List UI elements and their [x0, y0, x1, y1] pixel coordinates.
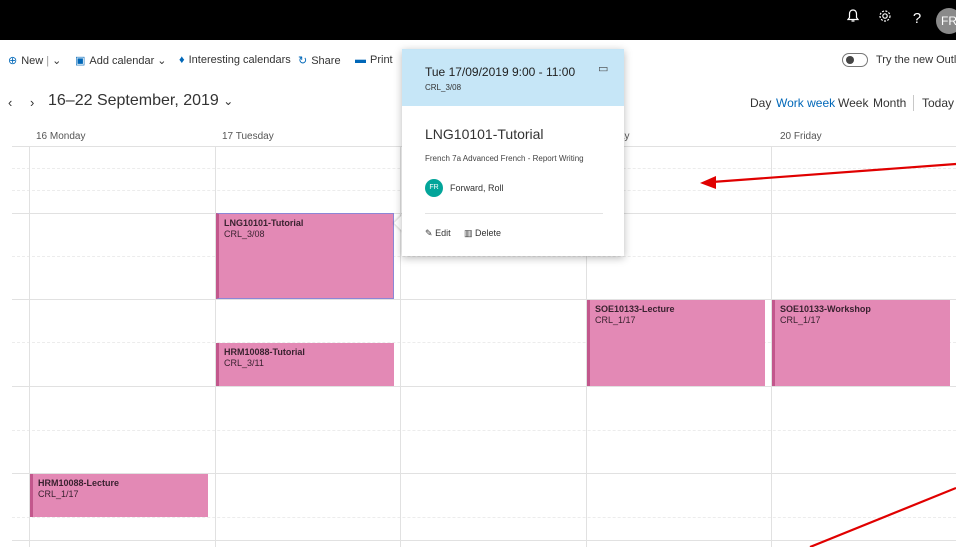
add-calendar-button[interactable]: ▣ Add calendar ⌄	[75, 54, 167, 67]
delete-button[interactable]: ▥ Delete	[464, 228, 501, 239]
calendar-add-icon: ▣	[75, 55, 86, 67]
day-header-friday[interactable]: 20 Friday	[780, 131, 822, 142]
share-icon: ↻	[298, 55, 308, 67]
try-new-outlook-label: Try the new Outloo	[876, 54, 956, 66]
event-description: French 7a Advanced French - Report Writi…	[425, 154, 584, 163]
edit-button[interactable]: ✎ Edit	[425, 228, 451, 239]
view-work-week-button[interactable]: Work week	[776, 96, 835, 110]
event-peek-card: Tue 17/09/2019 9:00 - 11:00 CRL_3/08 ▭ L…	[402, 49, 624, 256]
gear-icon[interactable]	[874, 9, 896, 29]
day-header-tuesday[interactable]: 17 Tuesday	[222, 131, 274, 142]
share-button[interactable]: ↻ Share	[298, 54, 341, 67]
view-month-button[interactable]: Month	[873, 96, 906, 110]
view-week-button[interactable]: Week	[838, 96, 868, 110]
peek-divider	[425, 213, 603, 214]
event-location: CRL_3/08	[425, 83, 462, 92]
event-title: LNG10101-Tutorial	[425, 126, 544, 142]
event-time: Tue 17/09/2019 9:00 - 11:00	[425, 65, 576, 79]
top-bar: ? FR	[0, 0, 956, 40]
view-day-button[interactable]: Day	[750, 96, 771, 110]
grid-line	[12, 540, 956, 541]
chevron-down-icon: ⌄	[223, 94, 234, 108]
previous-week-icon[interactable]: ‹	[8, 95, 12, 110]
new-outlook-toggle[interactable]	[842, 53, 868, 67]
view-divider	[913, 95, 914, 111]
user-avatar[interactable]: FR	[936, 8, 956, 34]
grid-line	[12, 430, 956, 431]
help-icon[interactable]: ?	[906, 9, 928, 29]
interesting-calendars-button[interactable]: ♦ Interesting calendars	[179, 54, 291, 66]
expand-icon[interactable]: ▭	[598, 62, 608, 75]
today-button[interactable]: Today	[922, 96, 954, 110]
grid-line	[12, 256, 956, 257]
date-range-picker[interactable]: 16–22 September, 2019 ⌄	[48, 92, 233, 110]
event-soe10133-lecture[interactable]: SOE10133-Lecture CRL_1/17	[587, 300, 765, 386]
organizer-name[interactable]: Forward, Roll	[450, 183, 504, 193]
event-hrm10088-tutorial[interactable]: HRM10088-Tutorial CRL_3/11	[216, 343, 394, 386]
new-button[interactable]: ⊕ New | ⌄	[8, 54, 61, 67]
event-hrm10088-lecture[interactable]: HRM10088-Lecture CRL_1/17	[30, 474, 208, 517]
trash-icon: ▥	[464, 228, 473, 238]
print-button[interactable]: ▬ Print	[355, 54, 393, 66]
chevron-down-icon[interactable]: ⌄	[52, 55, 61, 67]
map-pin-icon: ♦	[179, 54, 185, 66]
peek-header: Tue 17/09/2019 9:00 - 11:00 CRL_3/08 ▭	[402, 49, 624, 106]
grid-line	[12, 386, 956, 387]
grid-line	[12, 517, 956, 518]
pencil-icon: ✎	[425, 228, 433, 238]
chevron-down-icon: ⌄	[157, 55, 167, 67]
organizer-avatar: FR	[425, 179, 443, 197]
day-header-monday[interactable]: 16 Monday	[36, 131, 85, 142]
plus-circle-icon: ⊕	[8, 55, 18, 67]
next-week-icon[interactable]: ›	[30, 95, 34, 110]
event-lng10101-tutorial[interactable]: LNG10101-Tutorial CRL_3/08	[216, 213, 394, 299]
printer-icon: ▬	[355, 54, 366, 66]
event-soe10133-workshop[interactable]: SOE10133-Workshop CRL_1/17	[772, 300, 950, 386]
bell-icon[interactable]	[842, 9, 864, 29]
column-divider	[400, 146, 401, 547]
